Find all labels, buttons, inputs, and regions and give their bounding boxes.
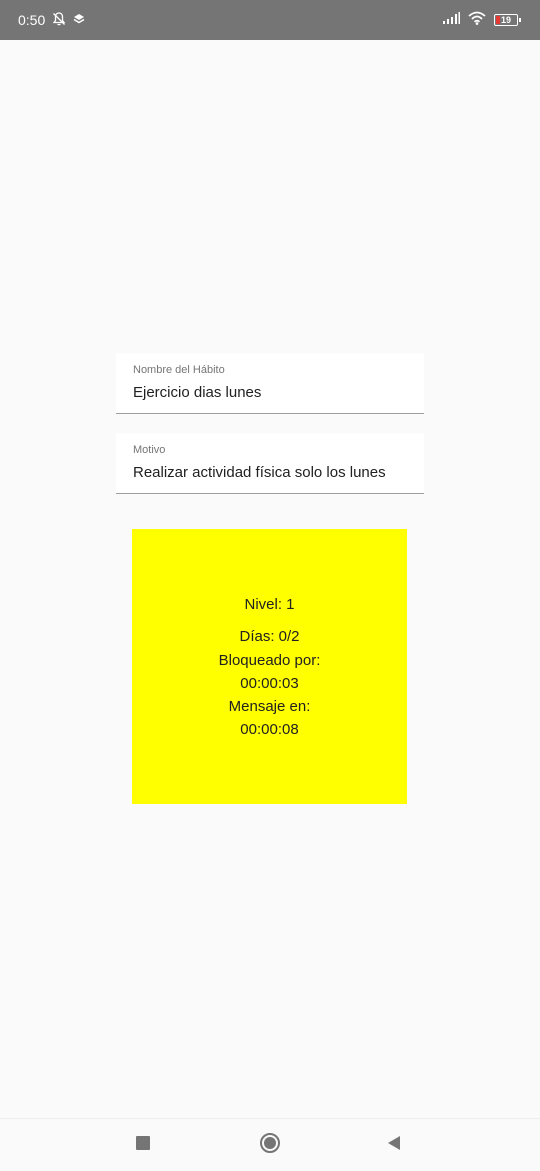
habit-name-value[interactable]: Ejercicio dias lunes [133, 384, 261, 401]
status-time: 0:50 [18, 12, 46, 28]
wifi-icon [468, 11, 486, 30]
status-right: 19 [442, 0, 521, 40]
level-text: Nivel: 1 [244, 596, 295, 613]
blocked-time: 00:00:03 [240, 675, 299, 692]
home-button[interactable] [256, 1131, 284, 1159]
habit-name-field[interactable]: Nombre del Hábito Ejercicio dias lunes [116, 353, 424, 414]
reason-field[interactable]: Motivo Realizar actividad física solo lo… [116, 433, 424, 494]
app-notification-icon [73, 12, 85, 28]
navigation-bar [0, 1118, 540, 1171]
reason-label: Motivo [133, 444, 166, 456]
status-left: 0:50 [18, 0, 85, 40]
signal-icon [442, 11, 460, 29]
home-icon [259, 1132, 281, 1159]
back-button[interactable] [380, 1131, 408, 1159]
status-bar: 0:50 19 [0, 0, 540, 40]
mute-icon [51, 11, 67, 30]
habit-status-card: Nivel: 1 Días: 0/2 Bloqueado por: 00:00:… [132, 529, 407, 804]
message-time: 00:00:08 [240, 721, 299, 738]
message-label: Mensaje en: [228, 698, 311, 715]
battery-icon: 19 [494, 14, 521, 26]
recents-icon [136, 1135, 150, 1155]
battery-level: 19 [500, 15, 511, 25]
recents-button[interactable] [129, 1131, 157, 1159]
back-icon [387, 1135, 401, 1156]
habit-name-label: Nombre del Hábito [133, 364, 225, 376]
days-text: Días: 0/2 [239, 628, 300, 645]
reason-value[interactable]: Realizar actividad física solo los lunes [133, 464, 386, 481]
blocked-label: Bloqueado por: [218, 652, 321, 669]
